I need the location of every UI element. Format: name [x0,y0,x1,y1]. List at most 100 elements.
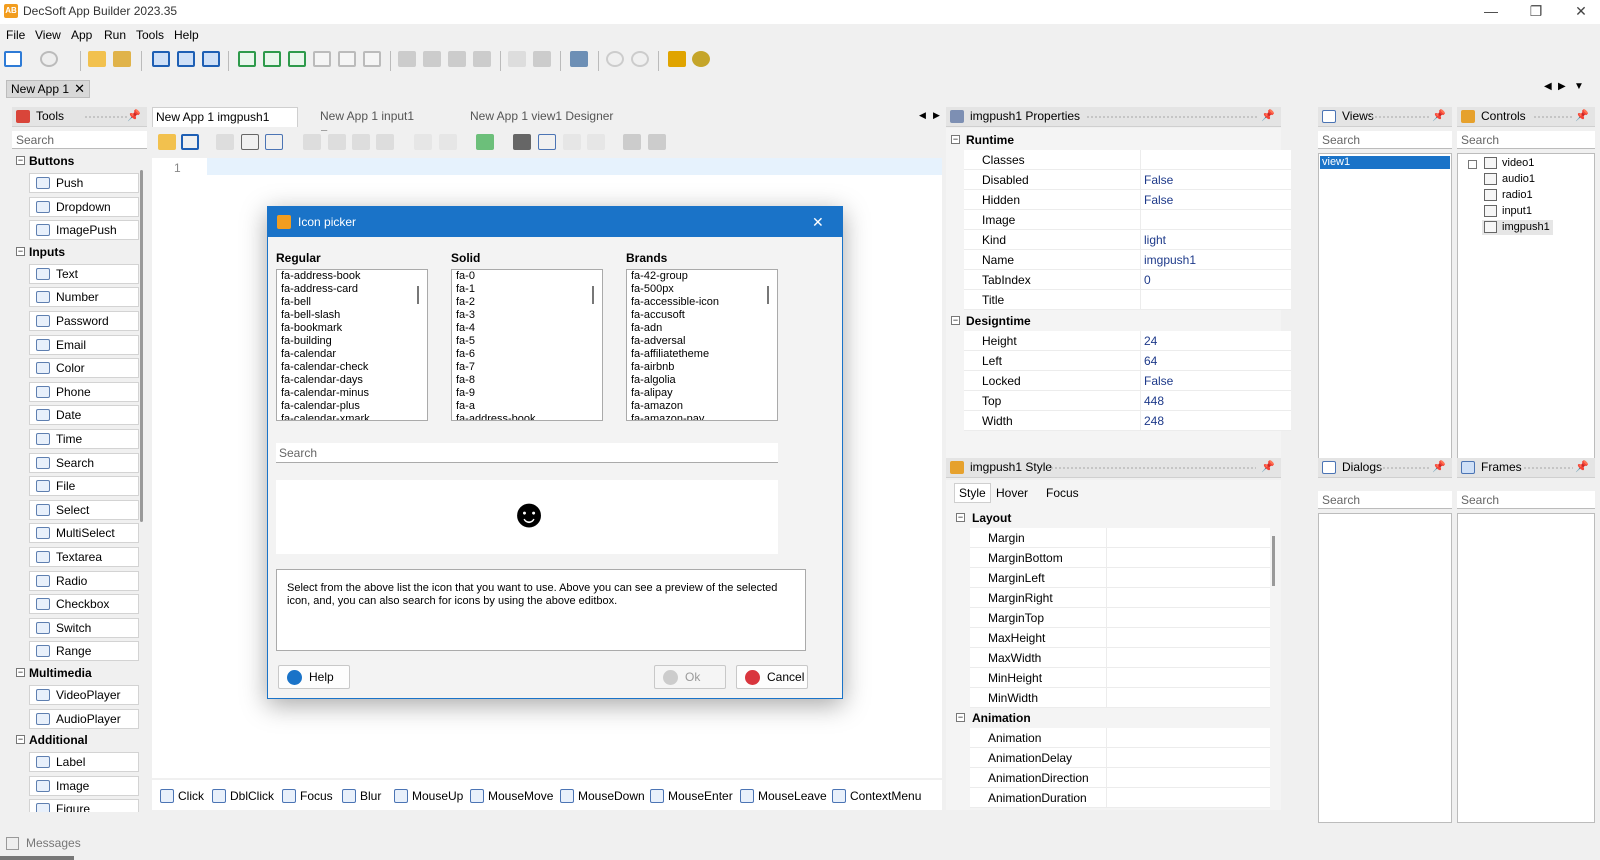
property-row[interactable]: Hidden False [964,190,1291,210]
tool-push[interactable]: Push [29,173,139,193]
icon-list-item[interactable]: fa-9 [452,387,602,400]
menu-file[interactable]: File [6,28,25,42]
tool-radio[interactable]: Radio [29,570,139,591]
save-icon[interactable] [181,134,199,150]
event-mouseenter[interactable]: MouseEnter [650,786,733,806]
icon-list-item[interactable]: fa-bell [277,296,427,309]
scroll-right-icon[interactable]: ▶ [1558,81,1566,92]
tab-imgpush1-events[interactable]: New App 1 imgpush1 Events [152,107,298,143]
tool-textarea[interactable]: Textarea [29,547,139,567]
icon-list-item[interactable]: fa-5 [452,335,602,348]
icon-list-item[interactable]: fa-adn [627,322,777,335]
property-row[interactable]: Left 64 [964,351,1291,371]
controls-search-input[interactable]: Search [1457,131,1595,149]
frames-search-input[interactable]: Search [1457,491,1595,509]
icon-list-item[interactable]: fa-amazon-pay [627,413,777,420]
tool-image[interactable]: Image [29,775,139,796]
icon-list-item[interactable]: fa-calendar-check [277,361,427,374]
tab-focus[interactable]: Focus [1042,484,1083,502]
restore-button[interactable]: ❐ [1521,2,1551,22]
icon-list-item[interactable]: fa-address-card [277,283,427,296]
menu-help[interactable]: Help [174,28,199,42]
property-row[interactable]: Width 248 [964,411,1291,431]
save-icon[interactable] [152,51,170,67]
tool-multiselect[interactable]: MultiSelect [29,523,139,544]
style-row[interactable]: MaxWidth [970,648,1270,668]
tab-hover[interactable]: Hover [992,484,1032,502]
sort-icon[interactable] [668,51,686,67]
pin-icon[interactable]: 📌 [1432,107,1446,126]
regular-icon-list[interactable]: fa-address-book fa-address-card fa-bell fa-… [276,269,428,421]
menu-tools[interactable]: Tools [136,28,164,42]
property-row[interactable]: Locked False [964,371,1291,391]
property-row[interactable]: Disabled False [964,170,1291,190]
view-item[interactable]: view1 [1320,156,1450,169]
solid-icon-list[interactable]: fa-0 fa-1 fa-2 fa-3 fa-4 fa-5 fa-6 fa-7 fa-8 fa-9… [451,269,603,421]
tool-date[interactable]: Date [29,405,139,426]
tool-file[interactable]: File [29,476,139,497]
property-row[interactable]: Image [964,210,1291,230]
brands-icon-list[interactable]: fa-42-group fa-500px fa-accessible-icon fa-… [626,269,778,421]
tab-view1-designer[interactable]: New App 1 view1 Designer [467,107,617,127]
close-icon[interactable]: ✕ [74,81,85,97]
icon-list-item[interactable]: fa-3 [452,309,602,322]
style-row[interactable]: MarginBottom [970,548,1270,568]
tool-dropdown[interactable]: Dropdown [29,196,139,217]
collapse-icon[interactable]: − [951,135,960,144]
pin-icon[interactable]: 📌 [1575,458,1589,477]
insert-icon[interactable] [476,134,494,150]
tool-text[interactable]: Text [29,263,139,284]
tools-icon[interactable] [570,51,588,67]
help-button[interactable]: Help [278,665,350,689]
settings-b-icon[interactable] [533,51,551,67]
replace-icon[interactable] [538,134,556,150]
undo-icon[interactable] [414,134,432,150]
pin-icon[interactable]: 📌 [1261,107,1275,126]
menu-app[interactable]: App [71,28,92,42]
style-row[interactable]: Margin [970,528,1270,548]
icon-list-item[interactable]: fa-adversal [627,335,777,348]
control-imgpush1[interactable]: imgpush1 [1482,220,1553,235]
icon-list-item[interactable]: fa-4 [452,322,602,335]
event-click[interactable]: Click [160,786,204,806]
menu-run[interactable]: Run [104,28,126,42]
icon-list-item[interactable]: fa-2 [452,296,602,309]
back-icon[interactable] [563,134,581,150]
menu-view[interactable]: View [35,28,61,42]
event-mousemove[interactable]: MouseMove [470,786,553,806]
settings-a-icon[interactable] [508,51,526,67]
icon-list-item[interactable]: fa-affiliatetheme [627,348,777,361]
delete-icon[interactable] [376,134,394,150]
stop-icon[interactable] [631,51,649,67]
messages-tab[interactable]: Messages [6,836,81,854]
find-icon[interactable] [513,134,531,150]
cancel-button[interactable]: Cancel [736,665,808,689]
collapse-icon[interactable]: − [16,246,25,256]
tool-password[interactable]: Password [29,311,139,331]
chevron-down-icon[interactable]: ▼ [1574,81,1584,92]
tool-imagepush[interactable]: ImagePush [29,220,139,241]
icon-search-input[interactable]: Search [276,443,778,463]
icon-list-item[interactable]: fa-500px [627,283,777,296]
bookmark-icon[interactable] [623,134,641,150]
open-recent-icon[interactable] [113,51,131,67]
pin-icon[interactable]: 📌 [1432,458,1446,477]
redo-icon[interactable] [439,134,457,150]
save-all-icon[interactable] [202,51,220,67]
event-mousedown[interactable]: MouseDown [560,786,645,806]
icon-list-item[interactable]: fa-accusoft [627,309,777,322]
icon-list-item[interactable]: fa-bell-slash [277,309,427,322]
tool-color[interactable]: Color [29,358,139,379]
list-scrollbar[interactable] [417,286,419,304]
tool-audioplayer[interactable]: AudioPlayer [29,708,139,729]
list-scrollbar[interactable] [767,286,769,304]
property-row[interactable]: Name imgpush1 [964,250,1291,270]
views-search-input[interactable]: Search [1318,131,1452,149]
control-input1[interactable]: input1 [1482,204,1535,219]
tool-time[interactable]: Time [29,429,139,449]
style-scrollbar[interactable] [1272,536,1275,586]
control-radio1[interactable]: radio1 [1482,188,1536,203]
scroll-right-icon[interactable]: ▶ [933,110,940,121]
document-icon[interactable] [648,134,666,150]
icon-list-item[interactable]: fa-accessible-icon [627,296,777,309]
